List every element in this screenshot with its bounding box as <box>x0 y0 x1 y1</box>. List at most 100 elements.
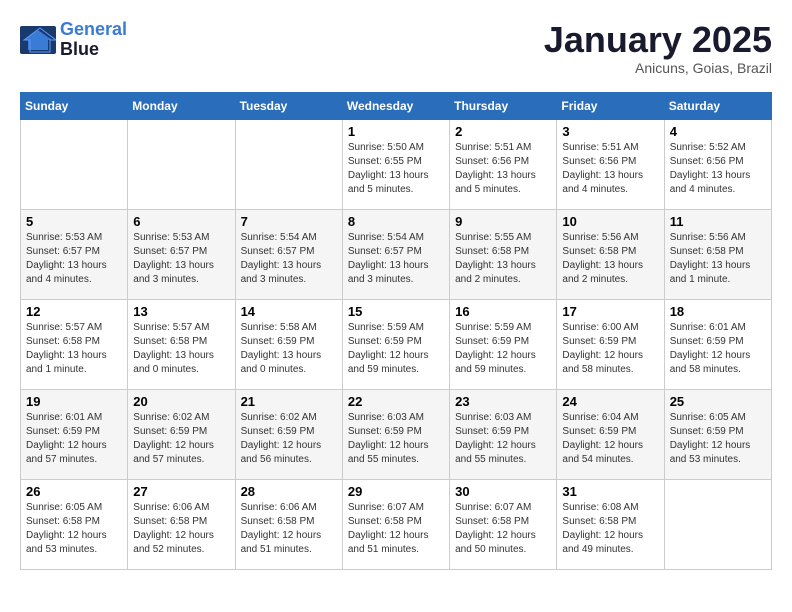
calendar-cell <box>128 119 235 209</box>
day-number: 26 <box>26 484 122 499</box>
calendar-cell: 5 Sunrise: 5:53 AMSunset: 6:57 PMDaylight… <box>21 209 128 299</box>
day-number: 14 <box>241 304 337 319</box>
calendar-cell: 7 Sunrise: 5:54 AMSunset: 6:57 PMDaylight… <box>235 209 342 299</box>
day-info: Sunrise: 5:56 AMSunset: 6:58 PMDaylight:… <box>562 231 658 287</box>
page-header: GeneralBlue January 2025 Anicuns, Goias,… <box>20 20 772 76</box>
day-info: Sunrise: 6:03 AMSunset: 6:59 PMDaylight:… <box>348 411 444 467</box>
calendar-cell: 31 Sunrise: 6:08 AMSunset: 6:58 PMDayligh… <box>557 479 664 569</box>
day-number: 8 <box>348 214 444 229</box>
calendar-cell: 28Sunrise: 6:06 AMSunset: 6:58 PMDayligh… <box>235 479 342 569</box>
day-number: 12 <box>26 304 122 319</box>
calendar-cell: 17 Sunrise: 6:00 AMSunset: 6:59 PMDayligh… <box>557 299 664 389</box>
calendar-cell: 10 Sunrise: 5:56 AMSunset: 6:58 PMDayligh… <box>557 209 664 299</box>
day-info: Sunrise: 5:51 AMSunset: 6:56 PMDaylight:… <box>562 141 658 197</box>
day-info: Sunrise: 5:59 AMSunset: 6:59 PMDaylight:… <box>455 321 551 377</box>
day-number: 9 <box>455 214 551 229</box>
weekday-header: Monday <box>128 92 235 119</box>
calendar-cell <box>664 479 771 569</box>
day-number: 25 <box>670 394 766 409</box>
calendar-cell <box>235 119 342 209</box>
calendar-cell: 16 Sunrise: 5:59 AMSunset: 6:59 PMDayligh… <box>450 299 557 389</box>
weekday-header: Thursday <box>450 92 557 119</box>
day-info: Sunrise: 5:52 AMSunset: 6:56 PMDaylight:… <box>670 141 766 197</box>
day-info: Sunrise: 6:00 AMSunset: 6:59 PMDaylight:… <box>562 321 658 377</box>
day-number: 13 <box>133 304 229 319</box>
day-number: 7 <box>241 214 337 229</box>
calendar-cell: 29 Sunrise: 6:07 AMSunset: 6:58 PMDayligh… <box>342 479 449 569</box>
day-number: 19 <box>26 394 122 409</box>
day-number: 6 <box>133 214 229 229</box>
day-info: Sunrise: 5:57 AMSunset: 6:58 PMDaylight:… <box>133 321 229 377</box>
day-number: 2 <box>455 124 551 139</box>
calendar-week-row: 26Sunrise: 6:05 AMSunset: 6:58 PMDayligh… <box>21 479 772 569</box>
calendar-table: SundayMondayTuesdayWednesdayThursdayFrid… <box>20 92 772 570</box>
day-info: Sunrise: 6:07 AMSunset: 6:58 PMDaylight:… <box>348 501 444 557</box>
calendar-week-row: 19 Sunrise: 6:01 AMSunset: 6:59 PMDayligh… <box>21 389 772 479</box>
day-number: 18 <box>670 304 766 319</box>
day-info: Sunrise: 6:01 AMSunset: 6:59 PMDaylight:… <box>670 321 766 377</box>
calendar-cell: 15 Sunrise: 5:59 AMSunset: 6:59 PMDayligh… <box>342 299 449 389</box>
logo-icon <box>20 26 56 54</box>
calendar-week-row: 1Sunrise: 5:50 AMSunset: 6:55 PMDaylight… <box>21 119 772 209</box>
calendar-cell: 18 Sunrise: 6:01 AMSunset: 6:59 PMDayligh… <box>664 299 771 389</box>
weekday-header: Saturday <box>664 92 771 119</box>
day-info: Sunrise: 5:53 AMSunset: 6:57 PMDaylight:… <box>26 231 122 287</box>
day-number: 29 <box>348 484 444 499</box>
day-info: Sunrise: 6:02 AMSunset: 6:59 PMDaylight:… <box>241 411 337 467</box>
calendar-cell: 2Sunrise: 5:51 AMSunset: 6:56 PMDaylight… <box>450 119 557 209</box>
day-info: Sunrise: 6:04 AMSunset: 6:59 PMDaylight:… <box>562 411 658 467</box>
day-info: Sunrise: 6:02 AMSunset: 6:59 PMDaylight:… <box>133 411 229 467</box>
day-info: Sunrise: 6:06 AMSunset: 6:58 PMDaylight:… <box>133 501 229 557</box>
day-number: 5 <box>26 214 122 229</box>
calendar-cell: 23Sunrise: 6:03 AMSunset: 6:59 PMDayligh… <box>450 389 557 479</box>
weekday-header: Friday <box>557 92 664 119</box>
day-number: 15 <box>348 304 444 319</box>
day-info: Sunrise: 5:59 AMSunset: 6:59 PMDaylight:… <box>348 321 444 377</box>
calendar-cell: 19 Sunrise: 6:01 AMSunset: 6:59 PMDayligh… <box>21 389 128 479</box>
day-info: Sunrise: 5:55 AMSunset: 6:58 PMDaylight:… <box>455 231 551 287</box>
month-title: January 2025 <box>544 20 772 60</box>
day-info: Sunrise: 6:01 AMSunset: 6:59 PMDaylight:… <box>26 411 122 467</box>
day-number: 1 <box>348 124 444 139</box>
day-number: 4 <box>670 124 766 139</box>
day-number: 21 <box>241 394 337 409</box>
weekday-header: Tuesday <box>235 92 342 119</box>
day-info: Sunrise: 5:57 AMSunset: 6:58 PMDaylight:… <box>26 321 122 377</box>
day-number: 11 <box>670 214 766 229</box>
day-number: 3 <box>562 124 658 139</box>
weekday-header-row: SundayMondayTuesdayWednesdayThursdayFrid… <box>21 92 772 119</box>
day-number: 27 <box>133 484 229 499</box>
day-info: Sunrise: 6:08 AMSunset: 6:58 PMDaylight:… <box>562 501 658 557</box>
day-number: 31 <box>562 484 658 499</box>
calendar-cell <box>21 119 128 209</box>
weekday-header: Sunday <box>21 92 128 119</box>
calendar-cell: 8Sunrise: 5:54 AMSunset: 6:57 PMDaylight… <box>342 209 449 299</box>
calendar-cell: 1Sunrise: 5:50 AMSunset: 6:55 PMDaylight… <box>342 119 449 209</box>
day-number: 20 <box>133 394 229 409</box>
calendar-cell: 26Sunrise: 6:05 AMSunset: 6:58 PMDayligh… <box>21 479 128 569</box>
day-info: Sunrise: 5:53 AMSunset: 6:57 PMDaylight:… <box>133 231 229 287</box>
calendar-cell: 22Sunrise: 6:03 AMSunset: 6:59 PMDayligh… <box>342 389 449 479</box>
subtitle: Anicuns, Goias, Brazil <box>544 60 772 76</box>
day-info: Sunrise: 6:05 AMSunset: 6:59 PMDaylight:… <box>670 411 766 467</box>
calendar-cell: 21 Sunrise: 6:02 AMSunset: 6:59 PMDayligh… <box>235 389 342 479</box>
calendar-cell: 12 Sunrise: 5:57 AMSunset: 6:58 PMDayligh… <box>21 299 128 389</box>
day-number: 10 <box>562 214 658 229</box>
day-number: 17 <box>562 304 658 319</box>
calendar-week-row: 12 Sunrise: 5:57 AMSunset: 6:58 PMDayligh… <box>21 299 772 389</box>
day-number: 16 <box>455 304 551 319</box>
calendar-cell: 4 Sunrise: 5:52 AMSunset: 6:56 PMDaylight… <box>664 119 771 209</box>
calendar-week-row: 5 Sunrise: 5:53 AMSunset: 6:57 PMDaylight… <box>21 209 772 299</box>
calendar-cell: 3 Sunrise: 5:51 AMSunset: 6:56 PMDaylight… <box>557 119 664 209</box>
title-block: January 2025 Anicuns, Goias, Brazil <box>544 20 772 76</box>
calendar-cell: 27 Sunrise: 6:06 AMSunset: 6:58 PMDayligh… <box>128 479 235 569</box>
day-number: 28 <box>241 484 337 499</box>
day-info: Sunrise: 5:54 AMSunset: 6:57 PMDaylight:… <box>241 231 337 287</box>
day-info: Sunrise: 6:03 AMSunset: 6:59 PMDaylight:… <box>455 411 551 467</box>
day-info: Sunrise: 5:58 AMSunset: 6:59 PMDaylight:… <box>241 321 337 377</box>
calendar-cell: 30Sunrise: 6:07 AMSunset: 6:58 PMDayligh… <box>450 479 557 569</box>
calendar-cell: 20 Sunrise: 6:02 AMSunset: 6:59 PMDayligh… <box>128 389 235 479</box>
calendar-cell: 11 Sunrise: 5:56 AMSunset: 6:58 PMDayligh… <box>664 209 771 299</box>
calendar-cell: 25 Sunrise: 6:05 AMSunset: 6:59 PMDayligh… <box>664 389 771 479</box>
day-info: Sunrise: 5:56 AMSunset: 6:58 PMDaylight:… <box>670 231 766 287</box>
